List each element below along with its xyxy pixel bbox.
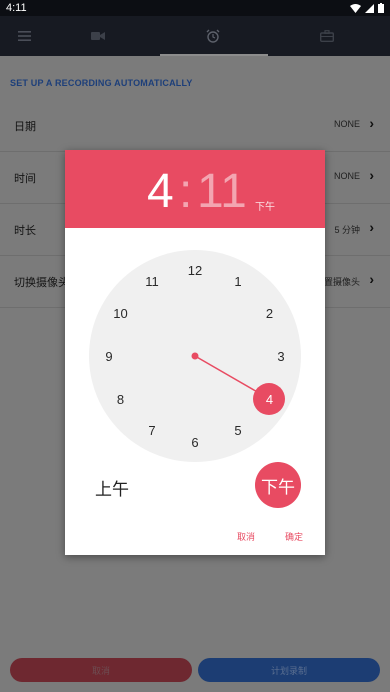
time-picker-header: 4 : 11 下午 (65, 150, 325, 228)
clock-number[interactable]: 12 (183, 258, 207, 282)
row-label: 日期 (14, 121, 36, 133)
video-camera-icon (91, 32, 105, 40)
clock-number[interactable]: 8 (109, 387, 133, 411)
tab-briefcase[interactable] (307, 16, 347, 56)
chevron-right-icon: › (369, 271, 374, 287)
clock-number[interactable]: 9 (97, 344, 121, 368)
time-picker-dialog: 4 : 11 下午 12 1 2 3 4 5 6 7 8 9 10 11 上午 下午 取消 确定 (65, 150, 325, 555)
row-label: 切换摄像头 (14, 277, 69, 289)
menu-icon (17, 31, 31, 41)
row-label: 时间 (14, 173, 36, 185)
hour-display[interactable]: 4 (147, 164, 174, 219)
cancel-button[interactable]: 取消 (10, 658, 192, 682)
pm-toggle[interactable]: 下午 (255, 462, 301, 508)
period-indicator: 下午 (255, 202, 275, 213)
status-icons (350, 3, 384, 13)
am-toggle[interactable]: 上午 (95, 475, 129, 500)
status-time: 4:11 (6, 2, 27, 14)
clock-hand-line (194, 355, 258, 393)
time-separator: : (179, 165, 193, 218)
battery-icon (378, 3, 384, 13)
dialog-ok-button[interactable]: 确定 (285, 530, 303, 543)
signal-icon (365, 3, 374, 13)
clock-number[interactable]: 11 (140, 270, 164, 294)
status-bar: 4:11 (0, 0, 390, 16)
menu-button[interactable] (4, 16, 44, 56)
clock-number[interactable]: 7 (140, 418, 164, 442)
section-title: SET UP A RECORDING AUTOMATICALLY (10, 78, 193, 88)
clock-number[interactable]: 2 (257, 301, 281, 325)
clock-number[interactable]: 3 (269, 344, 293, 368)
row-date[interactable]: 日期 NONE › (0, 100, 390, 152)
clock-number[interactable]: 6 (183, 430, 207, 454)
dialog-cancel-button[interactable]: 取消 (237, 530, 255, 543)
minute-display[interactable]: 11 (197, 164, 247, 219)
row-value: NONE (333, 119, 360, 129)
alarm-clock-icon (206, 29, 220, 43)
chevron-right-icon: › (369, 115, 374, 131)
app-bar (0, 16, 390, 56)
clock-number[interactable]: 10 (109, 301, 133, 325)
clock-center-dot (191, 352, 199, 360)
row-value: NONE (333, 171, 360, 181)
chevron-right-icon: › (369, 219, 374, 235)
chevron-right-icon: › (369, 167, 374, 183)
tab-schedule[interactable] (193, 16, 233, 56)
wifi-icon (350, 3, 361, 13)
briefcase-icon (320, 30, 334, 42)
clock-number[interactable]: 5 (226, 418, 250, 442)
tab-video[interactable] (78, 16, 118, 56)
schedule-recording-button[interactable]: 计划录制 (198, 658, 380, 682)
clock-number[interactable]: 1 (226, 270, 250, 294)
clock-face[interactable]: 12 1 2 3 4 5 6 7 8 9 10 11 (89, 250, 301, 462)
row-value: 5 分钟 (334, 225, 360, 235)
row-label: 时长 (14, 225, 36, 237)
